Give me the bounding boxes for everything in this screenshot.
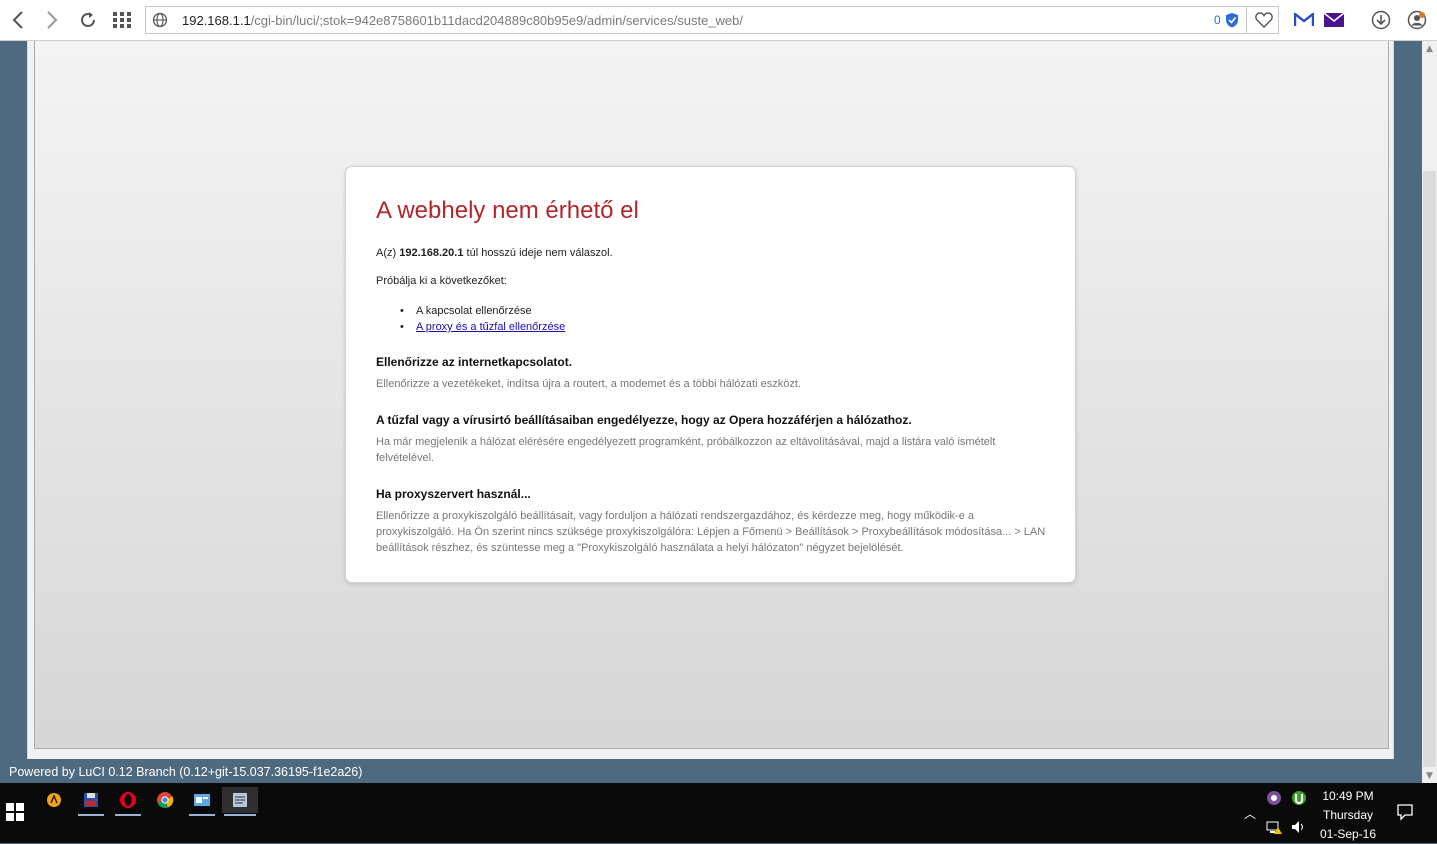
- section-text: Ellenőrizze a vezetékeket, indítsa újra …: [376, 378, 801, 390]
- suggestion-proxy-firewall-link[interactable]: A proxy és a tűzfal ellenőrzése: [416, 321, 565, 333]
- back-button[interactable]: [6, 8, 30, 32]
- suggestion-check-connection: A kapcsolat ellenőrzése: [400, 303, 565, 319]
- network-warning-icon[interactable]: [1266, 819, 1284, 838]
- suggestion-list: A kapcsolat ellenőrzése A proxy és a tűz…: [400, 303, 565, 335]
- error-message-prefix: A(z): [376, 247, 400, 259]
- section-heading: Ellenőrizze az internetkapcsolatot.: [376, 355, 573, 369]
- reload-icon: [81, 12, 95, 27]
- account-button[interactable]: [1405, 8, 1429, 32]
- system-clock[interactable]: 10:49 PM Thursday 01-Sep-16: [1318, 787, 1378, 844]
- error-message-suffix: túl hosszú ideje nem válaszol.: [463, 247, 613, 259]
- section-firewall: A tűzfal vagy a vírusirtó beállításaiban…: [376, 413, 1051, 466]
- taskbar-app-notepad[interactable]: [222, 787, 258, 816]
- globe-icon: [152, 12, 168, 28]
- page-scrollbar[interactable]: ▲ ▼: [1422, 41, 1437, 783]
- try-label: Próbálja ki a következőket:: [376, 275, 507, 287]
- suggestion-proxy-firewall-item: A proxy és a tűzfal ellenőrzése: [400, 319, 565, 335]
- shield-icon[interactable]: [1225, 12, 1239, 28]
- taskbar: ︿ 10:49 PM Thursday 01-Sep-16: [0, 783, 1437, 843]
- speed-dial-button[interactable]: [110, 8, 134, 32]
- document-icon: [233, 793, 247, 807]
- grid-icon: [113, 12, 131, 28]
- section-heading: A tűzfal vagy a vírusirtó beállításaiban…: [376, 413, 912, 427]
- bookmark-button[interactable]: [1246, 7, 1280, 33]
- section-text: Ha már megjelenik a hálózat elérésére en…: [376, 436, 996, 464]
- forward-button[interactable]: [40, 8, 64, 32]
- account-sync-icon: [1407, 10, 1427, 30]
- section-proxy: Ha proxyszervert használ... Ellenőrizze …: [376, 487, 1051, 556]
- clock-time: 10:49 PM: [1322, 789, 1374, 803]
- viber-tray-icon[interactable]: [1266, 790, 1282, 809]
- windows-start-icon[interactable]: [6, 803, 24, 821]
- taskbar-app-aimp[interactable]: [39, 787, 69, 813]
- taskbar-app-opera[interactable]: [113, 787, 143, 816]
- opera-icon: [120, 792, 136, 808]
- scroll-up-arrow-icon[interactable]: ▲: [1422, 41, 1437, 56]
- error-host: 192.168.20.1: [399, 247, 464, 259]
- heart-icon: [1254, 12, 1273, 28]
- section-check-internet: Ellenőrizze az internetkapcsolatot. Elle…: [376, 355, 1051, 392]
- download-icon: [1371, 10, 1391, 30]
- scroll-down-arrow-icon[interactable]: ▼: [1422, 768, 1437, 783]
- section-heading: Ha proxyszervert használ...: [376, 487, 531, 501]
- address-bar[interactable]: 192.168.1.1/cgi-bin/luci/;stok=942e87586…: [145, 6, 1279, 34]
- downloads-button[interactable]: [1369, 8, 1393, 32]
- utorrent-tray-icon[interactable]: [1291, 790, 1307, 809]
- action-center-icon[interactable]: [1396, 803, 1414, 824]
- scroll-thumb[interactable]: [1423, 171, 1436, 767]
- error-card: A webhely nem érhető el A(z) 192.168.20.…: [345, 166, 1076, 583]
- taskbar-app-chrome[interactable]: [150, 787, 180, 813]
- yahoo-mail-button[interactable]: [1322, 8, 1346, 32]
- taskbar-app-save[interactable]: [76, 787, 106, 816]
- yahoo-mail-icon: [1323, 12, 1345, 27]
- gmail-button[interactable]: [1292, 8, 1316, 32]
- clock-day: Thursday: [1322, 808, 1374, 822]
- ad-block-count: 0: [1214, 13, 1221, 27]
- url-host: 192.168.1.1: [182, 13, 251, 28]
- chrome-icon: [157, 792, 174, 808]
- taskbar-app-explorer[interactable]: [187, 787, 217, 816]
- show-hidden-icons-chevron-icon[interactable]: ︿: [1244, 805, 1256, 822]
- reload-button[interactable]: [76, 8, 100, 32]
- floppy-disk-icon: [84, 793, 98, 807]
- url-text: 192.168.1.1/cgi-bin/luci/;stok=942e87586…: [182, 13, 743, 28]
- url-path: /cgi-bin/luci/;stok=942e8758601b11dacd20…: [250, 13, 743, 28]
- section-text: Ellenőrizze a proxykiszolgáló beállítása…: [376, 510, 1046, 554]
- back-arrow-icon: [12, 11, 23, 29]
- luci-footer: Powered by LuCI 0.12 Branch (0.12+git-15…: [9, 765, 363, 779]
- forward-arrow-icon: [47, 11, 58, 29]
- volume-icon[interactable]: [1291, 819, 1307, 838]
- control-panel-icon: [194, 794, 210, 806]
- browser-toolbar: 192.168.1.1/cgi-bin/luci/;stok=942e87586…: [0, 0, 1437, 41]
- clock-date: 01-Sep-16: [1319, 827, 1377, 841]
- aimp-icon: [47, 793, 61, 807]
- error-message: A(z) 192.168.20.1 túl hosszú ideje nem v…: [376, 247, 613, 259]
- gmail-icon: [1294, 13, 1314, 26]
- error-title: A webhely nem érhető el: [376, 197, 639, 224]
